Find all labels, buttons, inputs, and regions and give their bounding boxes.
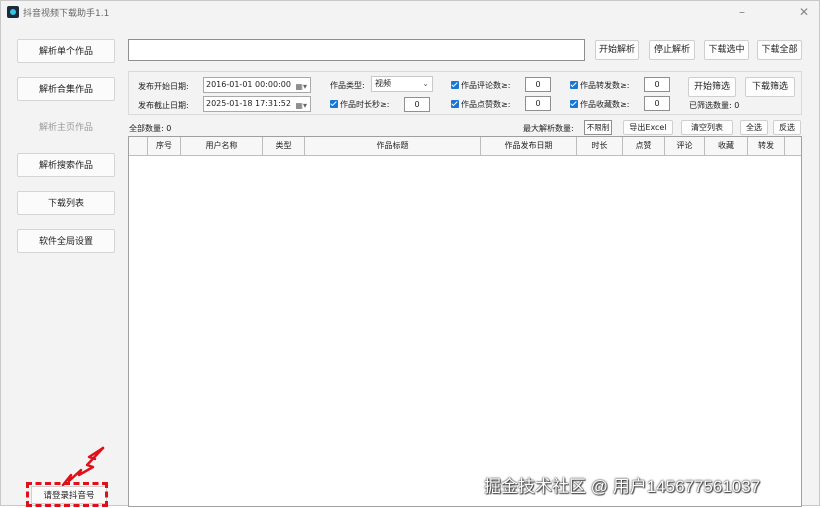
minimize-icon[interactable]: – (733, 4, 751, 20)
download-selected-button[interactable]: 下载选中 (704, 40, 749, 60)
column-header[interactable]: 序号 (147, 137, 180, 155)
favorites-input[interactable]: 0 (644, 96, 670, 111)
start-date-label: 发布开始日期: (138, 82, 189, 91)
calendar-icon[interactable]: ▦▾ (295, 80, 307, 94)
download-list-button[interactable]: 下载列表 (17, 191, 115, 215)
type-label: 作品类型: (330, 81, 365, 90)
chevron-down-icon: ⌄ (422, 79, 429, 88)
stop-parse-button[interactable]: 停止解析 (649, 40, 695, 60)
results-table[interactable]: 序号 用户名称 类型 作品标题 作品发布日期 时长 点赞 评论 收藏 转发 (128, 136, 802, 507)
parse-homepage-button[interactable]: 解析主页作品 (17, 115, 115, 139)
column-header[interactable]: 类型 (262, 137, 304, 155)
column-header[interactable]: 作品发布日期 (480, 137, 576, 155)
parse-collection-button[interactable]: 解析合集作品 (17, 77, 115, 101)
shares-input[interactable]: 0 (644, 77, 670, 92)
title-bar: 抖音视频下载助手1.1 – ✕ (1, 1, 819, 25)
comments-input[interactable]: 0 (525, 77, 551, 92)
parse-search-button[interactable]: 解析搜索作品 (17, 153, 115, 177)
clear-list-button[interactable]: 清空列表 (681, 120, 733, 135)
type-select[interactable]: 视频 ⌄ (371, 76, 433, 92)
filtered-count: 已筛选数量: 0 (689, 101, 740, 110)
type-select-value: 视频 (375, 79, 391, 88)
favorites-checkbox[interactable] (570, 100, 578, 108)
duration-checkbox[interactable] (330, 100, 338, 108)
url-input[interactable] (128, 39, 585, 61)
parse-single-button[interactable]: 解析单个作品 (17, 39, 115, 63)
start-date-value: 2016-01-01 00:00:00 (206, 80, 291, 89)
favorites-label: 作品收藏数≥: (580, 100, 630, 109)
column-header[interactable]: 收藏 (704, 137, 747, 155)
end-date-value: 2025-01-18 17:31:52 (206, 99, 291, 108)
window-title: 抖音视频下载助手1.1 (23, 9, 110, 19)
max-parse-input[interactable]: 不限制 (584, 120, 612, 135)
close-icon[interactable]: ✕ (795, 4, 813, 20)
column-header[interactable]: 作品标题 (304, 137, 480, 155)
export-excel-button[interactable]: 导出Excel (623, 120, 673, 135)
download-filter-button[interactable]: 下载筛选 (745, 77, 795, 97)
column-header[interactable]: 时长 (576, 137, 622, 155)
start-filter-button[interactable]: 开始筛选 (688, 77, 736, 97)
duration-input[interactable]: 0 (404, 97, 430, 112)
likes-input[interactable]: 0 (525, 96, 551, 111)
column-header[interactable]: 点赞 (622, 137, 664, 155)
download-all-button[interactable]: 下载全部 (757, 40, 802, 60)
likes-label: 作品点赞数≥: (461, 100, 511, 109)
login-highlight-box (26, 482, 108, 507)
end-date-label: 发布截止日期: (138, 101, 189, 110)
shares-checkbox[interactable] (570, 81, 578, 89)
start-date-picker[interactable]: 2016-01-01 00:00:00 ▦▾ (203, 77, 311, 93)
comments-label: 作品评论数≥: (461, 81, 511, 90)
max-parse-label: 最大解析数量: (523, 124, 574, 133)
column-header-spacer (784, 137, 801, 155)
app-logo-icon (7, 6, 19, 18)
calendar-icon[interactable]: ▦▾ (295, 99, 307, 113)
duration-label: 作品时长秒≥: (340, 100, 390, 109)
global-settings-button[interactable]: 软件全局设置 (17, 229, 115, 253)
watermark-text: 掘金技术社区 @ 用户145677561037 (484, 477, 761, 496)
table-header: 序号 用户名称 类型 作品标题 作品发布日期 时长 点赞 评论 收藏 转发 (129, 137, 801, 156)
column-header[interactable]: 评论 (664, 137, 704, 155)
column-header[interactable]: 用户名称 (180, 137, 262, 155)
annotation-arrow-icon (61, 446, 105, 487)
start-parse-button[interactable]: 开始解析 (595, 40, 639, 60)
select-all-button[interactable]: 全选 (740, 120, 768, 135)
shares-label: 作品转发数≥: (580, 81, 630, 90)
likes-checkbox[interactable] (451, 100, 459, 108)
end-date-picker[interactable]: 2025-01-18 17:31:52 ▦▾ (203, 96, 311, 112)
comments-checkbox[interactable] (451, 81, 459, 89)
app-window: 抖音视频下载助手1.1 – ✕ 解析单个作品 解析合集作品 解析主页作品 解析搜… (0, 0, 820, 507)
invert-selection-button[interactable]: 反选 (773, 120, 801, 135)
total-count: 全部数量: 0 (129, 124, 172, 133)
column-header[interactable]: 转发 (747, 137, 784, 155)
